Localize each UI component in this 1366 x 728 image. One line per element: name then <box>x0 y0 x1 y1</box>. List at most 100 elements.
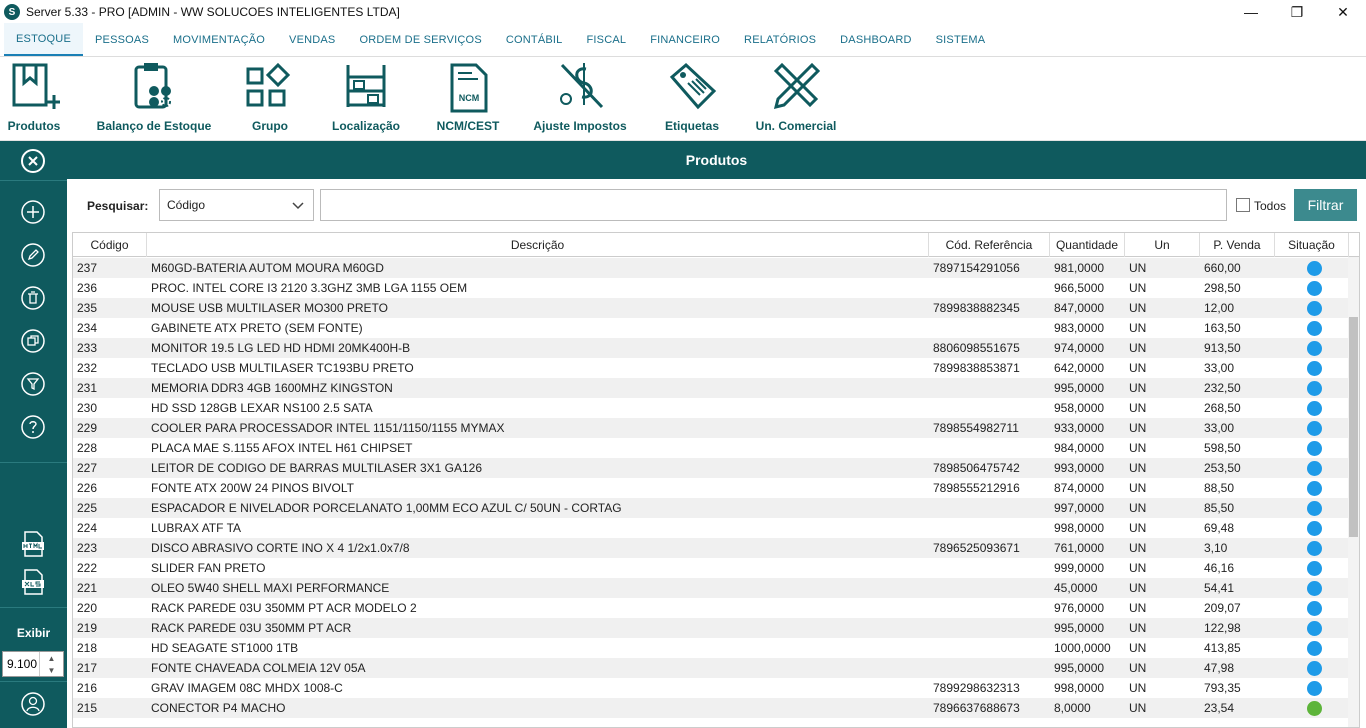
table-cell: 226 <box>77 481 98 495</box>
menu-tab[interactable]: VENDAS <box>277 23 347 56</box>
group-icon <box>246 62 291 107</box>
table-row[interactable]: 221 OLEO 5W40 SHELL MAXI PERFORMANCE 45,00… <box>73 578 1349 598</box>
table-row[interactable]: 237 M60GD-BATERIA AUTOM MOURA M60GD 789715… <box>73 258 1349 278</box>
table-row[interactable]: 222 SLIDER FAN PRETO 999,0000 UN 46,16 <box>73 558 1349 578</box>
table-row[interactable]: 235 MOUSE USB MULTILASER MO300 PRETO 78998… <box>73 298 1349 318</box>
status-dot-icon <box>1306 360 1322 376</box>
menu-tab[interactable]: PESSOAS <box>83 23 161 56</box>
column-header[interactable]: Un <box>1125 233 1200 257</box>
search-label: Pesquisar: <box>87 199 149 213</box>
table-row[interactable]: 231 MEMORIA DDR3 4GB 1600MHZ KINGSTON 995,… <box>73 378 1349 398</box>
ribbon-grupo-button[interactable]: Grupo <box>242 57 298 141</box>
status-cell <box>1275 560 1349 576</box>
column-header[interactable]: Descrição <box>147 233 929 257</box>
table-row[interactable]: 226 FONTE ATX 200W 24 PINOS BIVOLT 7898555… <box>73 478 1349 498</box>
menu-tab[interactable]: RELATÓRIOS <box>732 23 828 56</box>
table-cell: FONTE CHAVEADA COLMEIA 12V 05A <box>151 661 366 675</box>
table-cell: 1000,0000 <box>1054 641 1111 655</box>
ribbon-label: Localização <box>331 119 401 133</box>
status-cell <box>1275 580 1349 596</box>
table-cell: LUBRAX ATF TA <box>151 521 242 535</box>
menu-tab[interactable]: SISTEMA <box>924 23 998 56</box>
ribbon-ajuste-impostos-button[interactable]: Ajuste Impostos <box>533 57 627 141</box>
delete-button[interactable] <box>18 283 48 313</box>
page-size-input[interactable] <box>3 652 39 676</box>
table-row[interactable]: 216 GRAV IMAGEM 08C MHDX 1008-C 7899298632… <box>73 678 1349 698</box>
duplicate-button[interactable] <box>18 326 48 356</box>
left-sidebar: Exibir ▲ ▼ <box>0 141 67 728</box>
help-button[interactable] <box>18 412 48 442</box>
table-row[interactable]: 227 LEITOR DE CODIGO DE BARRAS MULTILASER… <box>73 458 1349 478</box>
ribbon-produtos-button[interactable]: Produtos <box>4 57 64 141</box>
filter-button[interactable]: Filtrar <box>1294 189 1357 221</box>
table-cell: 122,98 <box>1204 621 1241 635</box>
table-row[interactable]: 234 GABINETE ATX PRETO (SEM FONTE) 983,000… <box>73 318 1349 338</box>
menu-tab[interactable]: MOVIMENTAÇÃO <box>161 23 277 56</box>
table-row[interactable]: 220 RACK PAREDE 03U 350MM PT ACR MODELO 2… <box>73 598 1349 618</box>
filter-button-side[interactable] <box>18 369 48 399</box>
table-row[interactable]: 228 PLACA MAE S.1155 AFOX INTEL H61 CHIPS… <box>73 438 1349 458</box>
table-cell: MONITOR 19.5 LG LED HD HDMI 20MK400H-B <box>151 341 411 355</box>
scrollbar-thumb[interactable] <box>1349 317 1358 537</box>
page-size-stepper[interactable]: ▲ ▼ <box>2 651 64 677</box>
chevron-up-icon[interactable]: ▲ <box>40 652 63 664</box>
export-html-button[interactable] <box>18 529 48 559</box>
table-row[interactable]: 223 DISCO ABRASIVO CORTE INO X 4 1/2x1.0x… <box>73 538 1349 558</box>
close-window-button[interactable]: ✕ <box>1320 0 1366 24</box>
menu-tab[interactable]: FINANCEIRO <box>638 23 732 56</box>
vertical-scrollbar[interactable] <box>1348 257 1359 727</box>
table-row[interactable]: 217 FONTE CHAVEADA COLMEIA 12V 05A 995,000… <box>73 658 1349 678</box>
ncm-document-icon: NCM <box>450 63 488 113</box>
table-cell: 966,5000 <box>1054 281 1105 295</box>
menu-tab[interactable]: FISCAL <box>574 23 638 56</box>
column-header[interactable]: P. Venda <box>1200 233 1275 257</box>
table-row[interactable]: 224 LUBRAX ATF TA 998,0000 UN 69,48 <box>73 518 1349 538</box>
table-row[interactable]: 218 HD SEAGATE ST1000 1TB 1000,0000 UN 413,8… <box>73 638 1349 658</box>
menu-tab[interactable]: CONTÁBIL <box>494 23 575 56</box>
ribbon-un-comercial-button[interactable]: Un. Comercial <box>756 57 836 141</box>
maximize-button[interactable]: ❐ <box>1274 0 1320 24</box>
edit-button[interactable] <box>18 240 48 270</box>
table-row[interactable]: 225 ESPACADOR E NIVELADOR PORCELANATO 1,0… <box>73 498 1349 518</box>
table-row[interactable]: 219 RACK PAREDE 03U 350MM PT ACR 995,0000 U… <box>73 618 1349 638</box>
add-button[interactable] <box>18 197 48 227</box>
column-header[interactable]: Código <box>73 233 147 257</box>
ribbon-localizacao-button[interactable]: Localização <box>331 57 401 141</box>
chevron-down-icon[interactable]: ▼ <box>40 664 63 676</box>
table-row[interactable]: 229 COOLER PARA PROCESSADOR INTEL 1151/11… <box>73 418 1349 438</box>
table-row[interactable]: 233 MONITOR 19.5 LG LED HD HDMI 20MK400H-… <box>73 338 1349 358</box>
search-field-select[interactable]: Código <box>159 189 314 221</box>
ribbon-etiquetas-button[interactable]: Etiquetas <box>664 57 720 141</box>
table-row[interactable]: 232 TECLADO USB MULTILASER TC193BU PRETO 7… <box>73 358 1349 378</box>
column-header[interactable]: Situação <box>1275 233 1349 257</box>
todos-checkbox[interactable] <box>1236 198 1250 212</box>
export-xls-button[interactable] <box>18 567 48 597</box>
table-cell: 85,50 <box>1204 501 1235 515</box>
ribbon-label: Balanço de Estoque <box>96 119 212 133</box>
table-cell: 981,0000 <box>1054 261 1105 275</box>
search-bar: Pesquisar: Código Todos Filtrar <box>67 179 1366 231</box>
close-panel-button[interactable] <box>18 146 48 176</box>
column-header[interactable]: Quantidade <box>1050 233 1125 257</box>
table-row[interactable]: 236 PROC. INTEL CORE I3 2120 3.3GHZ 3MB L… <box>73 278 1349 298</box>
table-cell: UN <box>1129 521 1147 535</box>
minimize-button[interactable]: — <box>1228 0 1274 24</box>
ribbon-balanco-button[interactable]: Balanço de Estoque <box>97 57 211 141</box>
sidebar-divider <box>0 607 67 608</box>
chevron-down-icon <box>292 202 304 210</box>
menu-tab[interactable]: DASHBOARD <box>828 23 923 56</box>
column-header[interactable]: Cód. Referência <box>929 233 1050 257</box>
menu-tab[interactable]: ESTOQUE <box>4 23 83 56</box>
status-cell <box>1275 520 1349 536</box>
table-cell: 983,0000 <box>1054 321 1105 335</box>
status-dot-icon <box>1306 680 1322 696</box>
user-button[interactable] <box>18 689 48 719</box>
search-input[interactable] <box>320 189 1227 221</box>
table-row[interactable]: 230 HD SSD 128GB LEXAR NS100 2.5 SATA 958,… <box>73 398 1349 418</box>
status-dot-icon <box>1306 380 1322 396</box>
stepper-arrows[interactable]: ▲ ▼ <box>39 652 63 676</box>
status-cell <box>1275 260 1349 276</box>
menu-tab[interactable]: ORDEM DE SERVIÇOS <box>347 23 493 56</box>
table-row[interactable]: 215 CONECTOR P4 MACHO 7896637688673 8,0000 U… <box>73 698 1349 718</box>
ribbon-ncm-button[interactable]: NCM NCM/CEST <box>437 57 499 141</box>
